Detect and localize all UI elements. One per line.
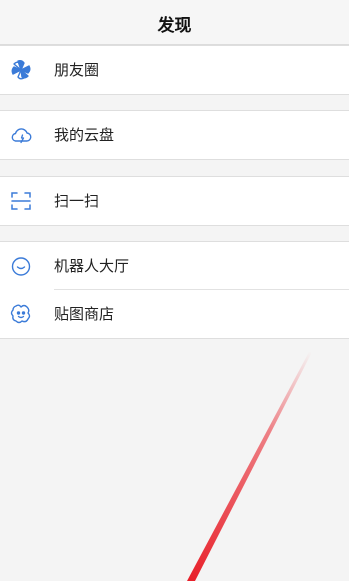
sticker-icon xyxy=(9,302,33,326)
moments-icon xyxy=(9,58,33,82)
group-moments: 朋友圈 xyxy=(0,45,349,95)
list-item-label: 我的云盘 xyxy=(54,126,115,144)
list-item-label: 朋友圈 xyxy=(54,61,100,79)
list-item-label: 扫一扫 xyxy=(54,192,100,210)
list-item-sticker-store[interactable]: 贴图商店 xyxy=(0,290,349,338)
list-item-robot-hall[interactable]: 机器人大厅 xyxy=(0,242,349,290)
robot-icon xyxy=(9,254,33,278)
group-cloud: 我的云盘 xyxy=(0,110,349,160)
scan-icon xyxy=(9,189,33,213)
list-item-label: 机器人大厅 xyxy=(54,257,130,275)
group-scan: 扫一扫 xyxy=(0,176,349,226)
cloud-icon xyxy=(9,123,33,147)
list-item-scan[interactable]: 扫一扫 xyxy=(0,177,349,225)
group-robot-sticker: 机器人大厅 贴图商店 xyxy=(0,241,349,339)
list-item-label: 贴图商店 xyxy=(54,305,115,323)
navigation-bar: 发现 xyxy=(0,0,349,45)
list-item-cloud-drive[interactable]: 我的云盘 xyxy=(0,111,349,159)
list-item-moments[interactable]: 朋友圈 xyxy=(0,46,349,94)
page-title: 发现 xyxy=(157,16,192,36)
